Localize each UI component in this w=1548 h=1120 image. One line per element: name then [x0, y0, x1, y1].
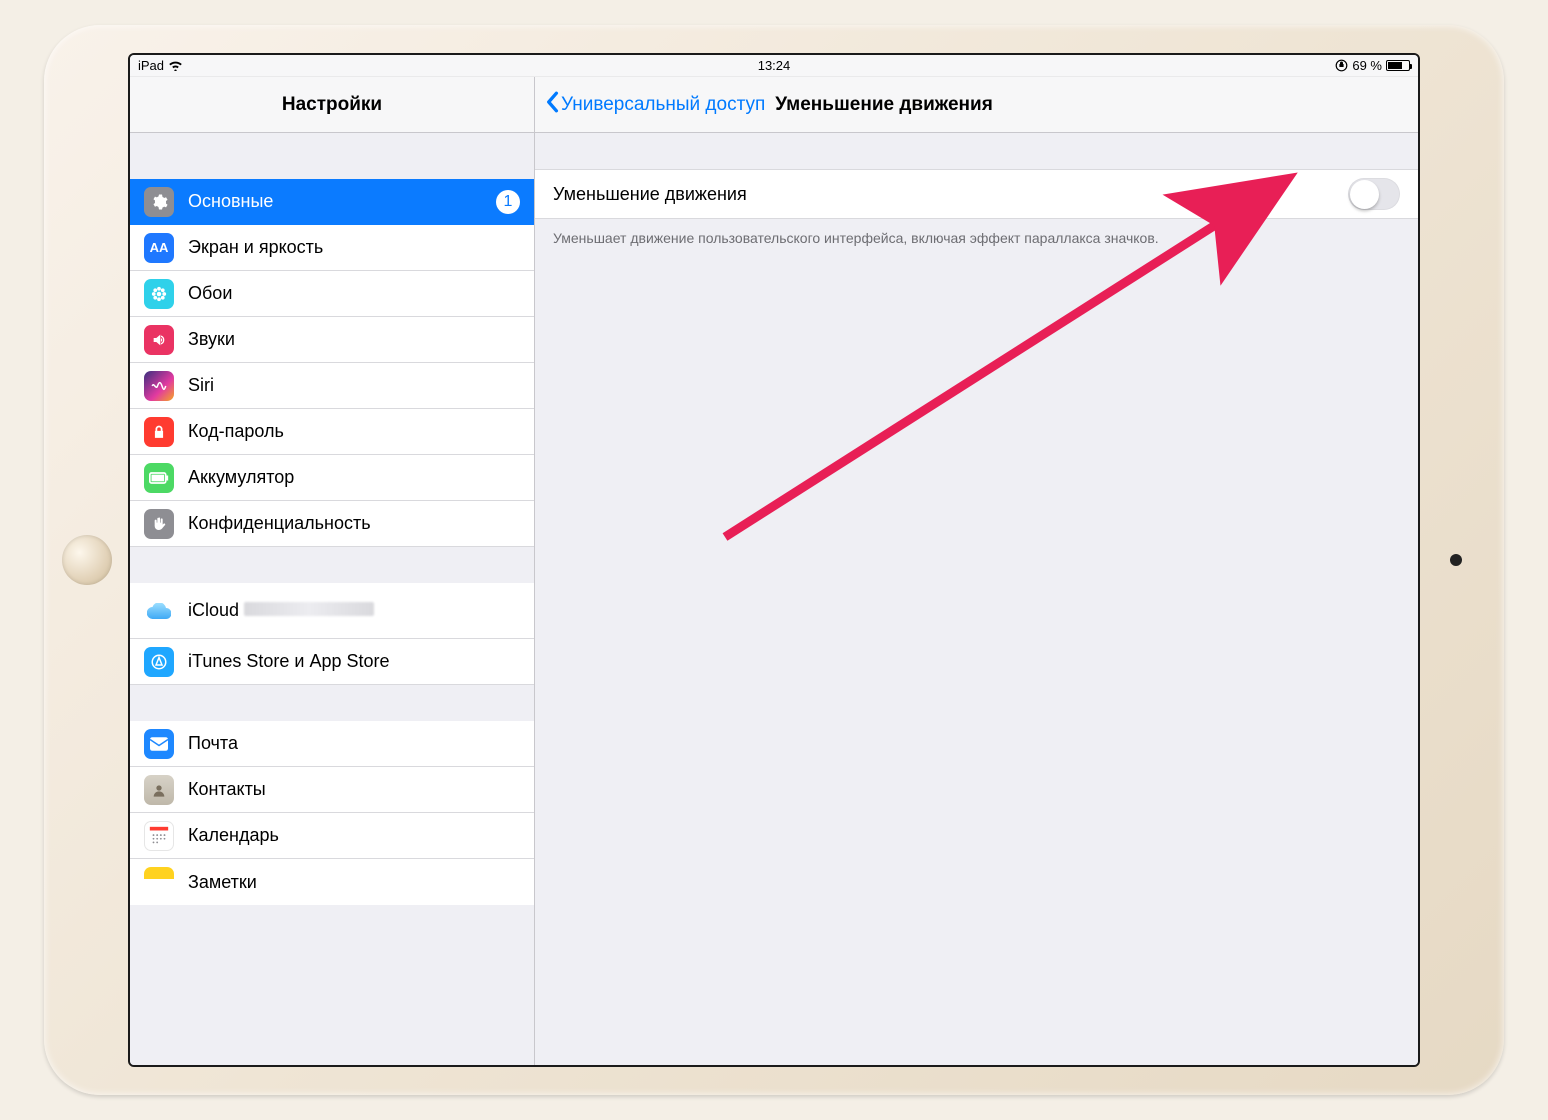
reduce-motion-toggle[interactable] — [1348, 178, 1400, 210]
sidebar-item-display[interactable]: AA Экран и яркость — [130, 225, 534, 271]
sidebar-item-label: Экран и яркость — [188, 237, 520, 258]
sidebar-item-sounds[interactable]: Звуки — [130, 317, 534, 363]
notes-icon — [144, 867, 174, 897]
text-size-icon: AA — [144, 233, 174, 263]
sidebar-item-label: Siri — [188, 375, 520, 396]
flower-icon — [144, 279, 174, 309]
sidebar-item-label: Звуки — [188, 329, 520, 350]
detail-pane: Универсальный доступ Уменьшение движения… — [535, 77, 1418, 1065]
sidebar-title: Настройки — [130, 77, 534, 133]
contacts-icon — [144, 775, 174, 805]
sidebar-list[interactable]: Основные 1 AA Экран и яркость Обои — [130, 133, 534, 1065]
status-device-label: iPad — [138, 58, 164, 73]
cloud-icon — [144, 596, 174, 626]
back-button[interactable]: Универсальный доступ — [545, 91, 765, 119]
sidebar-item-label: Аккумулятор — [188, 467, 520, 488]
toggle-label: Уменьшение движения — [553, 184, 747, 205]
sidebar-item-itunes[interactable]: iTunes Store и App Store — [130, 639, 534, 685]
speaker-icon — [144, 325, 174, 355]
status-bar: iPad 13:24 69 % — [130, 55, 1418, 77]
settings-sidebar: Настройки Основные 1 AA Экран и яркость — [130, 77, 535, 1065]
ipad-frame: iPad 13:24 69 % Настройки — [44, 25, 1504, 1095]
sidebar-item-label: iTunes Store и App Store — [188, 651, 520, 672]
account-blurred — [244, 602, 374, 616]
sidebar-item-general[interactable]: Основные 1 — [130, 179, 534, 225]
sidebar-item-calendar[interactable]: Календарь — [130, 813, 534, 859]
status-battery-pct: 69 % — [1352, 58, 1382, 73]
appstore-icon — [144, 647, 174, 677]
calendar-icon — [144, 821, 174, 851]
sidebar-item-passcode[interactable]: Код-пароль — [130, 409, 534, 455]
siri-icon — [144, 371, 174, 401]
wifi-icon — [168, 60, 183, 71]
chevron-left-icon — [545, 91, 559, 119]
front-camera — [1450, 554, 1462, 566]
sidebar-item-label: Обои — [188, 283, 520, 304]
sidebar-item-label: Основные — [188, 191, 482, 212]
sidebar-item-icloud[interactable]: iCloud — [130, 583, 534, 639]
sidebar-item-label: Заметки — [188, 872, 520, 893]
sidebar-item-label: Почта — [188, 733, 520, 754]
screen: iPad 13:24 69 % Настройки — [128, 53, 1420, 1067]
sidebar-item-label: iCloud — [188, 600, 520, 621]
detail-title: Уменьшение движения — [775, 94, 993, 116]
footer-text: Уменьшает движение пользовательского инт… — [535, 219, 1418, 249]
orientation-lock-icon — [1335, 59, 1348, 72]
toggle-knob — [1350, 180, 1379, 209]
status-time: 13:24 — [758, 58, 791, 73]
back-label: Универсальный доступ — [561, 94, 765, 116]
sidebar-item-privacy[interactable]: Конфиденциальность — [130, 501, 534, 547]
home-button[interactable] — [62, 535, 112, 585]
sidebar-item-label: Код-пароль — [188, 421, 520, 442]
sidebar-item-siri[interactable]: Siri — [130, 363, 534, 409]
reduce-motion-row: Уменьшение движения — [535, 169, 1418, 219]
sidebar-item-wallpaper[interactable]: Обои — [130, 271, 534, 317]
battery-icon — [144, 463, 174, 493]
gear-icon — [144, 187, 174, 217]
sidebar-item-label: Конфиденциальность — [188, 513, 520, 534]
sidebar-item-label: Календарь — [188, 825, 520, 846]
sidebar-item-label: Контакты — [188, 779, 520, 800]
badge-count: 1 — [496, 190, 520, 214]
mail-icon — [144, 729, 174, 759]
sidebar-item-battery[interactable]: Аккумулятор — [130, 455, 534, 501]
sidebar-item-contacts[interactable]: Контакты — [130, 767, 534, 813]
lock-icon — [144, 417, 174, 447]
hand-icon — [144, 509, 174, 539]
sidebar-item-notes[interactable]: Заметки — [130, 859, 534, 905]
sidebar-item-mail[interactable]: Почта — [130, 721, 534, 767]
detail-header: Универсальный доступ Уменьшение движения — [535, 77, 1418, 133]
battery-icon — [1386, 60, 1410, 71]
